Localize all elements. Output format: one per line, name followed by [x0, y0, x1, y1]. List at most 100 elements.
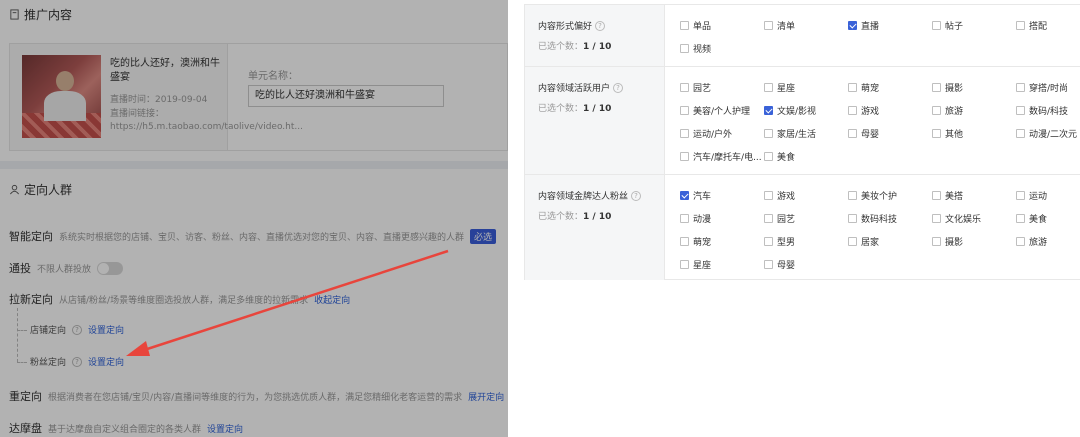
checkbox-icon[interactable]: [764, 260, 773, 269]
option-checkbox-item[interactable]: 穿搭/时尚: [1016, 81, 1068, 94]
option-checkbox-item[interactable]: 数码科技: [848, 212, 897, 225]
general-delivery-toggle[interactable]: [97, 261, 124, 275]
option-checkbox-item[interactable]: 园艺: [680, 81, 711, 94]
checkbox-icon[interactable]: [764, 191, 773, 200]
checkbox-checked-icon[interactable]: [764, 106, 773, 115]
checkbox-icon[interactable]: [680, 152, 689, 161]
option-checkbox-item[interactable]: 运动/户外: [680, 127, 732, 140]
option-checkbox-item[interactable]: 单品: [680, 19, 711, 32]
option-checkbox-item[interactable]: 母婴: [764, 258, 795, 271]
checkbox-icon[interactable]: [848, 129, 857, 138]
option-checkbox-item[interactable]: 萌宠: [848, 81, 879, 94]
option-checkbox-item[interactable]: 视频: [680, 42, 711, 55]
option-checkbox-item[interactable]: 母婴: [848, 127, 879, 140]
option-checkbox-item[interactable]: 美食: [764, 150, 795, 163]
checkbox-icon[interactable]: [848, 83, 857, 92]
help-icon[interactable]: ?: [613, 82, 624, 93]
checkbox-icon[interactable]: [1016, 83, 1025, 92]
option-checkbox-item[interactable]: 摄影: [932, 235, 963, 248]
unit-name-input[interactable]: 吃的比人还好澳洲和牛盛宴: [248, 85, 444, 107]
expand-targeting-link[interactable]: 展开定向: [468, 390, 504, 403]
checkbox-icon[interactable]: [680, 260, 689, 269]
option-checkbox-item[interactable]: 美妆个护: [848, 189, 897, 202]
option-checkbox-item[interactable]: 动漫: [680, 212, 711, 225]
option-checkbox-item[interactable]: 帖子: [932, 19, 963, 32]
option-checkbox-item[interactable]: 文娱/影视: [764, 104, 816, 117]
checkbox-icon[interactable]: [680, 237, 689, 246]
option-checkbox-item[interactable]: 美容/个人护理: [680, 104, 750, 117]
option-checkbox-item[interactable]: 数码/科技: [1016, 104, 1068, 117]
collapse-targeting-link[interactable]: 收起定向: [314, 293, 350, 306]
fans-set-targeting-link[interactable]: 设置定向: [88, 355, 124, 368]
option-checkbox-item[interactable]: 萌宠: [680, 235, 711, 248]
option-label: 美搭: [945, 192, 964, 202]
option-checkbox-item[interactable]: 旅游: [1016, 235, 1047, 248]
help-icon[interactable]: ?: [72, 324, 83, 335]
option-label: 家居/生活: [777, 130, 817, 140]
option-checkbox-item[interactable]: 美搭: [932, 189, 963, 202]
option-checkbox-item[interactable]: 星座: [764, 81, 795, 94]
option-checkbox-item[interactable]: 汽车/摩托车/电...: [680, 150, 762, 163]
option-checkbox-item[interactable]: 游戏: [764, 189, 795, 202]
option-checkbox-item[interactable]: 运动: [1016, 189, 1047, 202]
checkbox-icon[interactable]: [932, 83, 941, 92]
help-icon[interactable]: ?: [72, 356, 83, 367]
option-checkbox-item[interactable]: 居家: [848, 235, 879, 248]
option-checkbox-item[interactable]: 游戏: [848, 104, 879, 117]
option-checkbox-item[interactable]: 型男: [764, 235, 795, 248]
checkbox-icon[interactable]: [932, 106, 941, 115]
option-checkbox-item[interactable]: 汽车: [680, 189, 711, 202]
option-label: 单品: [693, 22, 712, 32]
option-checkbox-item[interactable]: 直播: [848, 19, 879, 32]
option-checkbox-item[interactable]: 清单: [764, 19, 795, 32]
option-checkbox-item[interactable]: 园艺: [764, 212, 795, 225]
checkbox-checked-icon[interactable]: [680, 191, 689, 200]
option-label: 清单: [777, 22, 796, 32]
checkbox-icon[interactable]: [680, 83, 689, 92]
checkbox-icon[interactable]: [932, 129, 941, 138]
checkbox-icon[interactable]: [848, 106, 857, 115]
checkbox-icon[interactable]: [932, 237, 941, 246]
option-checkbox-item[interactable]: 搭配: [1016, 19, 1047, 32]
section-divider: [0, 161, 508, 169]
option-checkbox-item[interactable]: 文化娱乐: [932, 212, 981, 225]
checkbox-icon[interactable]: [680, 106, 689, 115]
shop-set-targeting-link[interactable]: 设置定向: [88, 323, 124, 336]
promo-content-card: 吃的比人还好，澳洲和牛盛宴 直播时间：2019-09-04 直播间链接：http…: [9, 43, 508, 151]
checkbox-icon[interactable]: [932, 191, 941, 200]
checkbox-checked-icon[interactable]: [848, 21, 857, 30]
checkbox-icon[interactable]: [680, 21, 689, 30]
checkbox-icon[interactable]: [764, 237, 773, 246]
option-label: 运动/户外: [693, 130, 733, 140]
checkbox-icon[interactable]: [932, 214, 941, 223]
option-checkbox-item[interactable]: 旅游: [932, 104, 963, 117]
checkbox-icon[interactable]: [932, 21, 941, 30]
option-checkbox-item[interactable]: 摄影: [932, 81, 963, 94]
option-label: 萌宠: [693, 238, 712, 248]
checkbox-icon[interactable]: [848, 214, 857, 223]
dmp-set-targeting-link[interactable]: 设置定向: [207, 422, 243, 435]
option-checkbox-item[interactable]: 其他: [932, 127, 963, 140]
help-icon[interactable]: ?: [631, 190, 642, 201]
option-checkbox-item[interactable]: 动漫/二次元: [1016, 127, 1077, 140]
checkbox-icon[interactable]: [848, 237, 857, 246]
checkbox-icon[interactable]: [680, 44, 689, 53]
checkbox-icon[interactable]: [764, 214, 773, 223]
option-checkbox-item[interactable]: 家居/生活: [764, 127, 816, 140]
checkbox-icon[interactable]: [848, 191, 857, 200]
checkbox-icon[interactable]: [680, 129, 689, 138]
checkbox-icon[interactable]: [1016, 214, 1025, 223]
checkbox-icon[interactable]: [1016, 191, 1025, 200]
checkbox-icon[interactable]: [764, 21, 773, 30]
checkbox-icon[interactable]: [764, 83, 773, 92]
option-checkbox-item[interactable]: 星座: [680, 258, 711, 271]
checkbox-icon[interactable]: [764, 152, 773, 161]
checkbox-icon[interactable]: [1016, 237, 1025, 246]
checkbox-icon[interactable]: [1016, 106, 1025, 115]
checkbox-icon[interactable]: [1016, 21, 1025, 30]
checkbox-icon[interactable]: [1016, 129, 1025, 138]
option-checkbox-item[interactable]: 美食: [1016, 212, 1047, 225]
checkbox-icon[interactable]: [680, 214, 689, 223]
checkbox-icon[interactable]: [764, 129, 773, 138]
help-icon[interactable]: ?: [595, 20, 606, 31]
